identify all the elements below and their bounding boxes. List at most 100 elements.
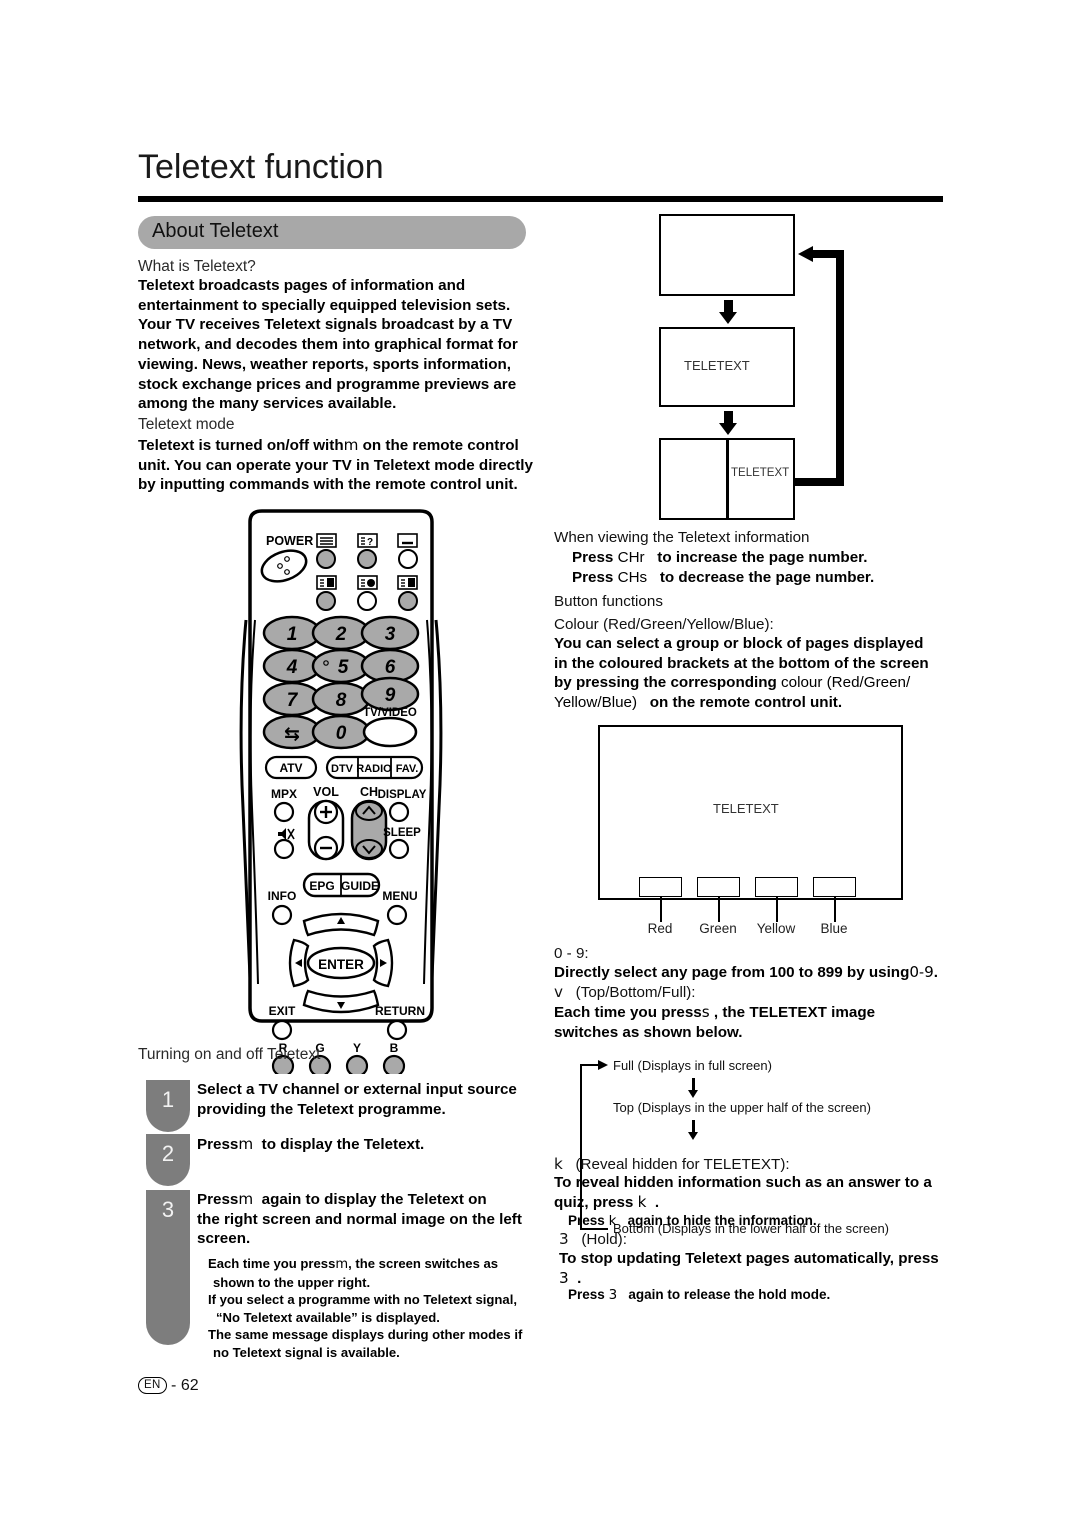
colour-leader-red [660, 897, 662, 922]
what-is-line-3: network, and decodes them into graphical… [138, 336, 518, 354]
epg-guide-group: EPG GUIDE [302, 872, 381, 898]
step-3-line-2: the right screen and normal image on the… [197, 1210, 522, 1228]
colour-line-3: by pressing the corresponding colour (Re… [554, 673, 964, 693]
note-1-a: Each time you press [208, 1256, 336, 1271]
turning-on-off-heading: Turning on and off Teletext [138, 1046, 321, 1063]
display-label: DISPLAY [378, 789, 427, 801]
numeric-select-text: Directly select any page from 100 to 899… [554, 964, 910, 981]
note-1-glyph-m: m [335, 1257, 349, 1272]
step-3-note-3-line-2: no Teletext signal is available. [213, 1344, 400, 1360]
step-3-notes: Each time you pressm, the screen switche… [208, 1255, 568, 1361]
svg-text:4: 4 [286, 657, 298, 678]
sleep-button [388, 838, 410, 860]
step-3-note-1-line-2: shown to the upper right. [213, 1274, 371, 1290]
epg-label: EPG [309, 879, 334, 893]
teletext-mode-line1-a: Teletext is turned on/off with [138, 437, 344, 454]
colour-heading: Colour (Red/Green/Yellow/Blue): [554, 616, 774, 633]
tbf-line-2: switches as shown below. [554, 1023, 743, 1041]
info-label: INFO [268, 889, 297, 903]
numeric-glyph-9: 9 [924, 963, 934, 981]
step-badge-3: 3 [146, 1190, 190, 1345]
reveal-heading-row: k (Reveal hidden for TELETEXT): [554, 1155, 790, 1175]
top-bottom-full-heading: (Top/Bottom/Full): [575, 984, 696, 1001]
colour-line3-b: colour (Red/Green/ [781, 674, 911, 692]
colour-bar-blue [813, 877, 856, 897]
flow-tv-box-normal [659, 214, 795, 296]
blue-key-label: B [390, 1041, 399, 1055]
flow-loop-vertical [836, 250, 844, 486]
teletext-size-button [316, 591, 336, 611]
menu-label: MENU [382, 889, 417, 903]
step-3-note-2-line-1: If you select a programme with no Telete… [208, 1292, 517, 1307]
mpx-button [273, 801, 295, 823]
step-1-text: Select a TV channel or external input so… [197, 1080, 557, 1119]
teletext-mode-line-3: by inputting commands with the remote co… [138, 476, 518, 494]
what-is-line-2: Your TV receives Teletext signals broadc… [138, 316, 513, 334]
svg-text:1: 1 [287, 624, 298, 645]
numeric-select-heading: 0 - 9: [554, 945, 589, 962]
vol-label: VOL [313, 785, 339, 799]
numeric-keypad: 1 2 3 4 5 6 7 8 9 ⇆ 0 TV/VIDEO [262, 615, 420, 750]
step-3-note-1-line-1: Each time you pressm, the screen switche… [208, 1255, 568, 1274]
colour-leader-yellow [776, 897, 778, 922]
top-bottom-full-heading-row: v (Top/Bottom/Full): [554, 983, 696, 1003]
step-2-press: Press [197, 1136, 239, 1153]
teletext-mode-heading: Teletext mode [138, 416, 235, 433]
colour-leader-blue [834, 897, 836, 922]
colour-label-blue: Blue [820, 921, 848, 936]
ch-label: CH [360, 785, 378, 799]
colour-line4-b: on the remote control unit. [649, 694, 843, 712]
teletext-index-button [316, 549, 336, 569]
teletext-hold-button [357, 591, 377, 611]
flow-loop-top [812, 250, 844, 258]
what-is-line-5: stock exchange prices and programme prev… [138, 375, 517, 393]
colour-screen-label: TELETEXT [713, 801, 779, 816]
teletext-reveal-button [357, 549, 377, 569]
what-is-line-0: Teletext broadcasts pages of information… [138, 277, 466, 294]
hold-note-rest: again to release the hold mode. [628, 1287, 831, 1302]
exit-button [271, 1019, 293, 1041]
colour-line4-a: Yellow/Blue) [554, 694, 638, 712]
colour-bar-green [697, 877, 740, 897]
guide-label: GUIDE [341, 879, 379, 893]
step-2-text: Pressm to display the Teletext. [197, 1135, 557, 1155]
svg-text:5: 5 [338, 657, 349, 678]
hold-line-1: To stop updating Teletext pages automati… [559, 1250, 939, 1267]
teletext-icon-row-2 [316, 575, 418, 611]
flow-arrow-1-head [719, 312, 737, 324]
colour-line-4: Yellow/Blue) on the remote control unit. [554, 693, 964, 713]
menu-button [386, 904, 408, 926]
reveal-note-glyph: k [608, 1213, 617, 1229]
return-button [386, 1019, 408, 1041]
colour-bar-red [639, 877, 682, 897]
teletext-mode-line-2: unit. You can operate your TV in Teletex… [138, 456, 533, 474]
section-header-label: About Teletext [152, 220, 279, 242]
flow-loop-bottom [795, 478, 840, 486]
reveal-line2-period: . [654, 1193, 660, 1211]
what-is-line-1: entertainment to specially equipped tele… [138, 296, 511, 314]
colour-label-yellow: Yellow [756, 921, 796, 936]
yellow-key-label: Y [353, 1041, 361, 1055]
step-2-rest: to display the Teletext. [261, 1136, 425, 1153]
tbf-line1-a: Each time you press [554, 1004, 702, 1021]
flow-box-2-label: TELETEXT [684, 358, 750, 373]
svg-text:8: 8 [336, 690, 347, 711]
viewing-info-lines: Press CHr to increase the page number. P… [572, 548, 972, 587]
svg-text:ATV: ATV [279, 761, 302, 775]
step-number-1: 1 [161, 1087, 175, 1112]
sleep-label: SLEEP [383, 827, 421, 839]
step-number-3: 3 [161, 1197, 175, 1222]
flow-box-3-label: TELETEXT [731, 467, 790, 479]
ch-up-text: to increase the page number. [657, 549, 868, 566]
note-1-b: , the screen switches as [348, 1256, 499, 1271]
colour-label-red: Red [647, 921, 673, 936]
mpx-label: MPX [271, 787, 297, 801]
tbf-line-1: Each time you presss , the TELETEXT imag… [554, 1003, 974, 1023]
remote-control-svg: POWER ? 1 2 3 4 5 6 7 8 9 ⇆ 0 TV/VIDEO A… [239, 509, 443, 1023]
reveal-line2-glyph: k [637, 1192, 647, 1211]
svg-text:?: ? [367, 537, 373, 548]
step-3-glyph-m: m [238, 1190, 254, 1208]
what-is-line-6: among the many services available. [138, 395, 397, 413]
hold-heading-row: 3 (Hold): [559, 1230, 627, 1250]
dtv-button: DTV [331, 763, 354, 775]
